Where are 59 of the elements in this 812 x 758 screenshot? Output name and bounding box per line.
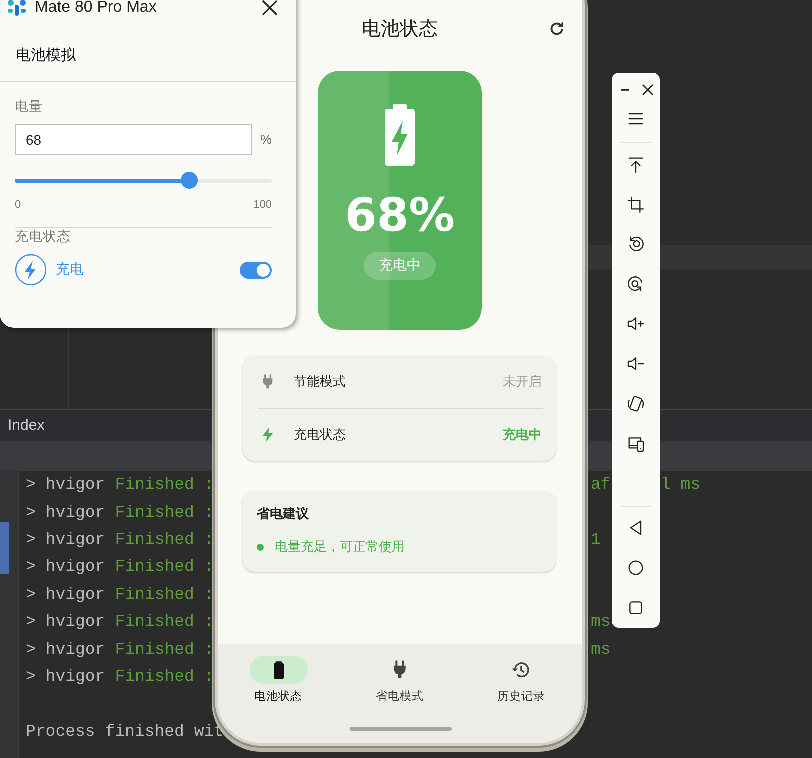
lightning-icon <box>260 425 276 445</box>
console-text: > hvigor <box>26 584 106 604</box>
input-field[interactable]: 68 <box>15 124 252 155</box>
console-text: > hvigor <box>26 530 106 549</box>
device-shake-icon[interactable] <box>626 394 646 414</box>
console-fragment: ms <box>591 640 611 659</box>
console-status: Finished : <box>115 666 214 686</box>
bullet-dot <box>257 544 264 550</box>
close-icon[interactable] <box>262 0 278 16</box>
battery-percentage: 68% <box>344 188 456 242</box>
row-value: 充电中 <box>503 426 542 444</box>
window-title: Mate 80 Pro Max <box>35 0 158 17</box>
refresh-icon[interactable] <box>548 20 566 38</box>
max-label: 100 <box>254 199 272 211</box>
row-label: 充电状态 <box>294 427 347 444</box>
field-label: 电量 <box>15 98 44 116</box>
field-label: 充电状态 <box>15 228 72 246</box>
console-fragment: af <box>591 475 611 494</box>
console-status: Finished : <box>115 584 214 604</box>
console-text: > hvigor <box>26 666 106 686</box>
lightning-icon <box>15 254 47 286</box>
toggle-switch[interactable] <box>240 262 272 278</box>
nav-label[interactable]: 历史记录 <box>497 689 546 704</box>
panel-title: Index <box>8 417 45 434</box>
slider[interactable] <box>15 172 272 189</box>
console-text: > hvigor <box>26 640 106 659</box>
console-fragment: 1 <box>591 530 601 549</box>
app-title: 电池状态 <box>362 17 438 42</box>
console-fragment: ms <box>591 612 611 632</box>
row-label: 节能模式 <box>294 374 347 391</box>
console-status: Finished : <box>115 475 214 494</box>
history-icon <box>511 660 532 680</box>
app-logo-icon <box>7 0 27 17</box>
console-text: > hvigor <box>26 502 106 522</box>
console-text: > hvigor <box>26 557 106 576</box>
min-label: 0 <box>15 199 22 211</box>
section-title: 电池模拟 <box>0 30 296 82</box>
tips-title: 省电建议 <box>257 506 310 523</box>
console-text: > hvigor <box>26 475 106 494</box>
nav-tab[interactable] <box>250 656 308 684</box>
option-label: 充电 <box>56 261 85 279</box>
console-text: Process finished wit <box>26 722 224 741</box>
close-icon[interactable] <box>640 82 654 97</box>
console-status: Finished : <box>115 502 214 522</box>
gutter-marker <box>0 522 9 574</box>
console-status: Finished : <box>115 530 214 549</box>
unit-label: % <box>260 132 272 147</box>
nav-label[interactable]: 电池状态 <box>254 689 303 704</box>
row-value: 未开启 <box>503 374 542 391</box>
console-status: Finished : <box>115 612 214 632</box>
console-fragment: l ms <box>661 475 701 494</box>
tip-text: 电量充足，可正常使用 <box>275 539 405 556</box>
status-pill: 充电中 <box>364 252 436 280</box>
console-text: > hvigor <box>26 612 106 632</box>
console-status: Finished : <box>115 557 214 576</box>
console-status: Finished : <box>115 640 214 659</box>
slider-thumb[interactable] <box>180 172 198 189</box>
crop-icon[interactable] <box>626 194 646 215</box>
nav-label[interactable]: 省电模式 <box>376 689 424 704</box>
